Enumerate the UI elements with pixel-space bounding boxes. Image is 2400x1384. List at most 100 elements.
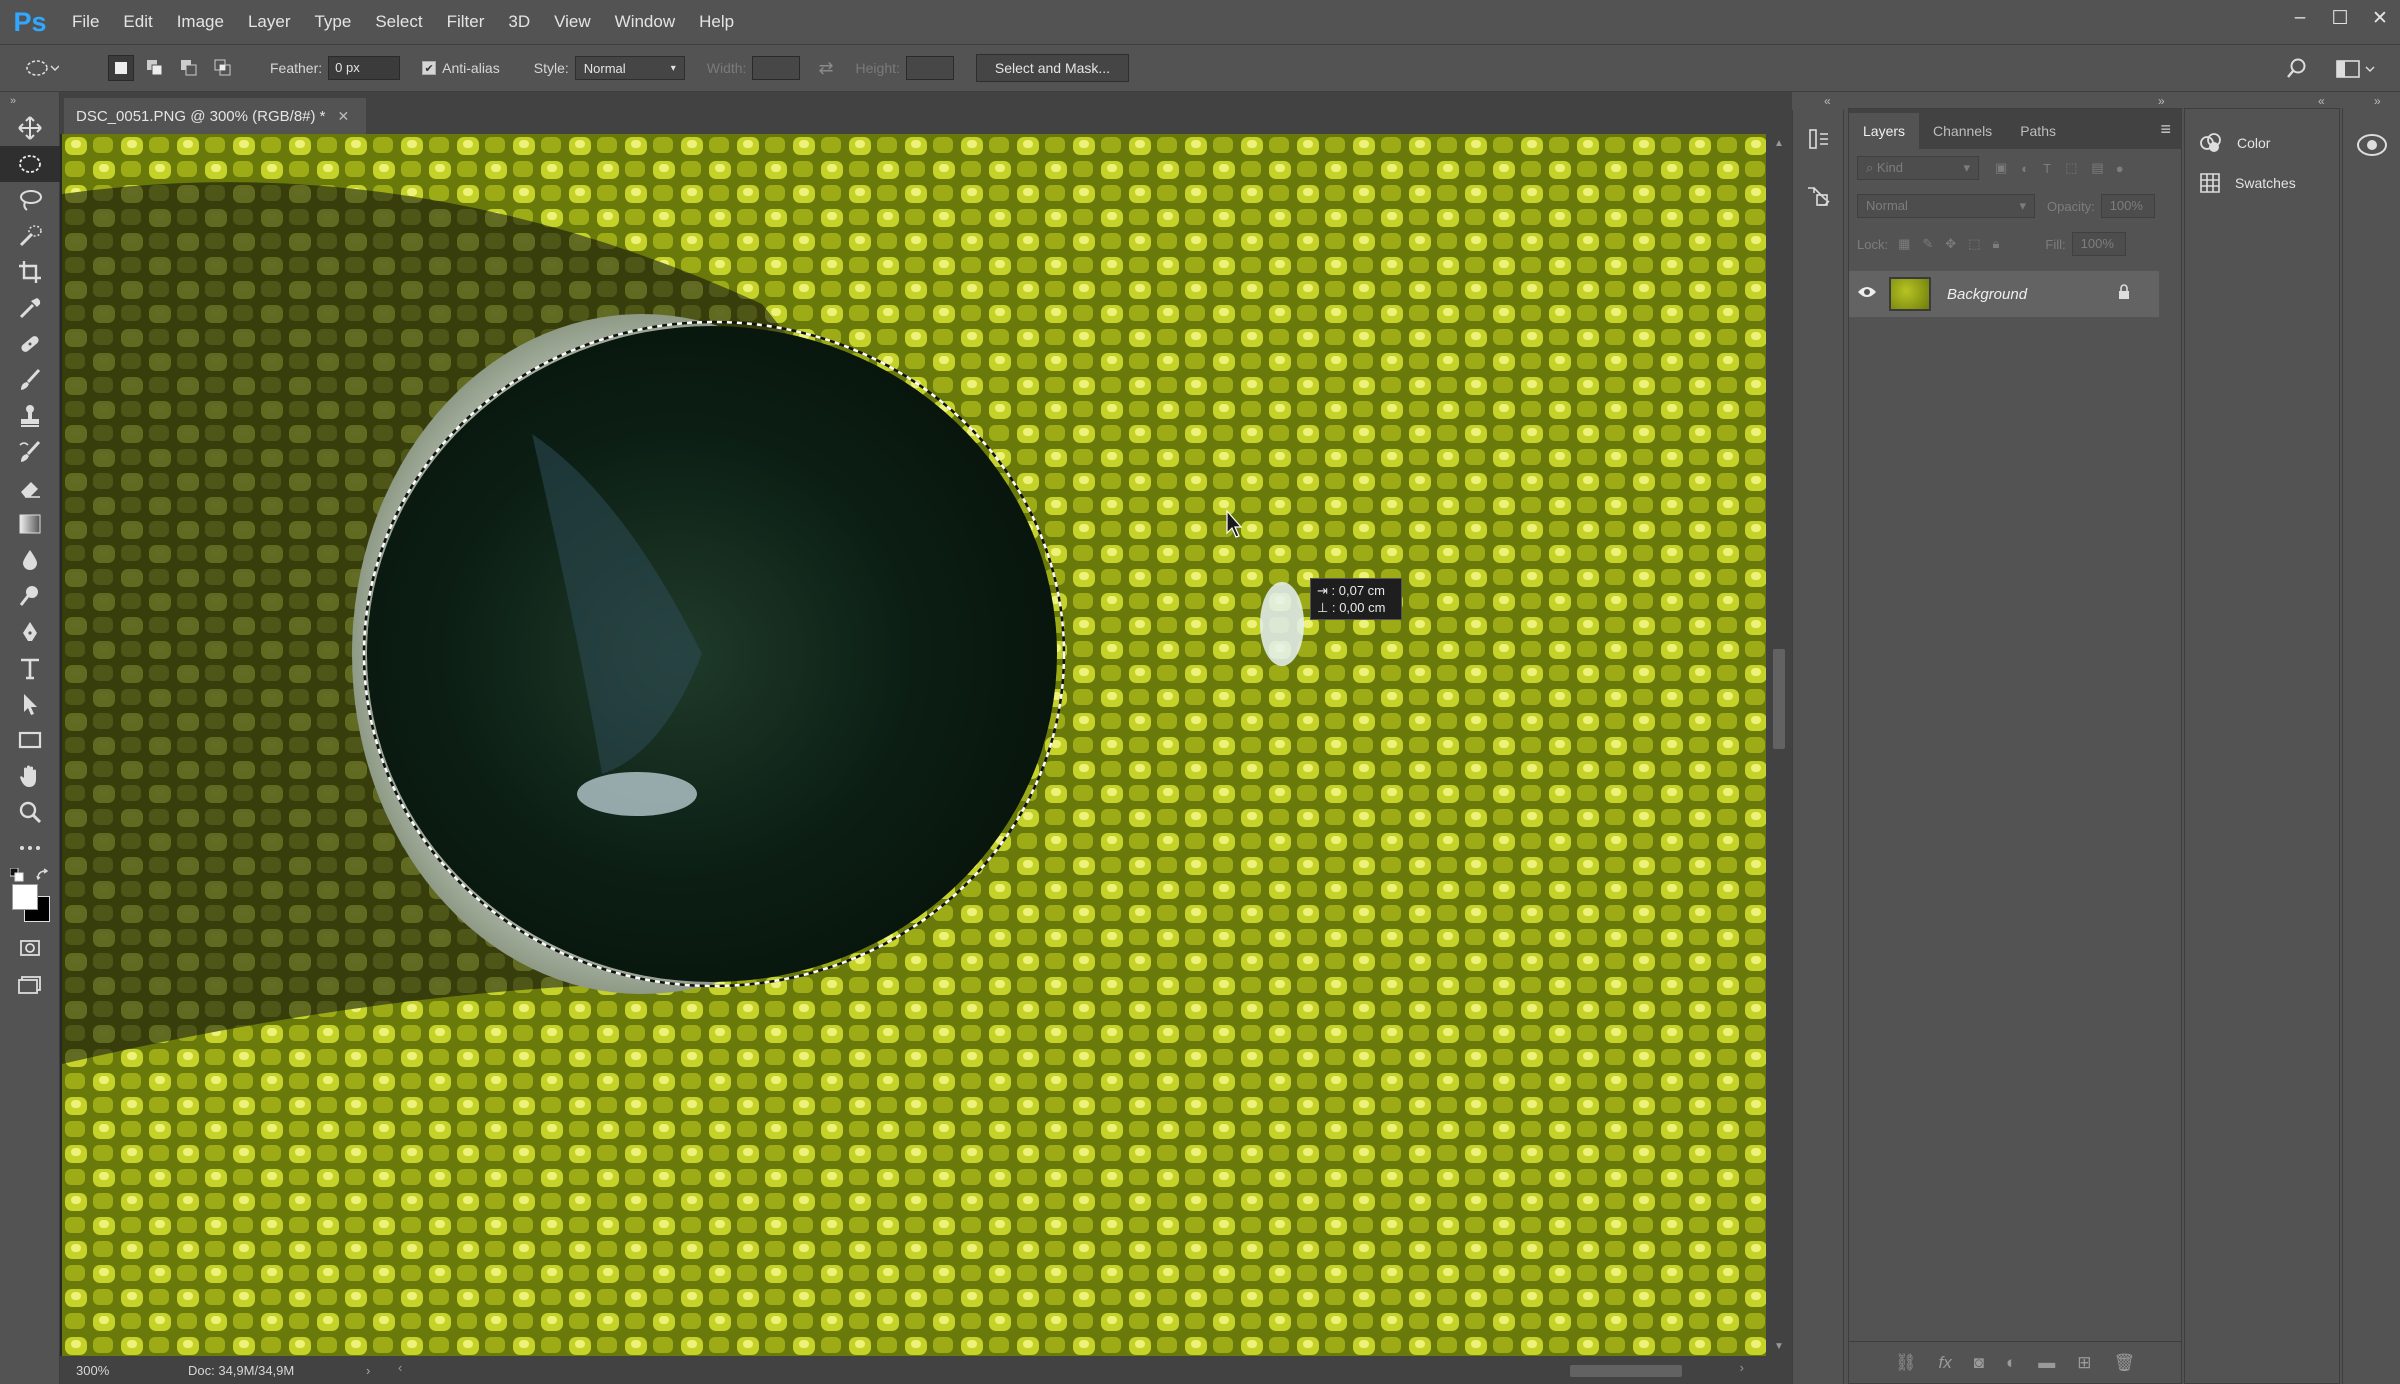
- toolbar-collapse-icon[interactable]: »: [0, 92, 59, 110]
- layer-row[interactable]: Background: [1849, 271, 2159, 317]
- swap-colors-icon[interactable]: [36, 868, 50, 882]
- vertical-scrollbar[interactable]: ▲ ▼: [1766, 134, 1792, 1356]
- vertical-scroll-thumb[interactable]: [1773, 649, 1785, 749]
- tab-paths[interactable]: Paths: [2006, 113, 2070, 149]
- menu-file[interactable]: File: [60, 0, 111, 44]
- search-icon[interactable]: [2286, 57, 2308, 82]
- clone-stamp-tool-button[interactable]: [0, 398, 60, 434]
- rectangle-tool-button[interactable]: [0, 722, 60, 758]
- default-colors-icon[interactable]: [10, 868, 24, 882]
- width-input[interactable]: [752, 56, 801, 80]
- status-menu-chevron-icon[interactable]: ›: [366, 1363, 370, 1378]
- add-mask-icon[interactable]: ◙: [1974, 1353, 1984, 1373]
- image-canvas[interactable]: [62, 134, 1766, 1356]
- canvas-area[interactable]: ⇥ : 0,07 cm ⊥ : 0,00 cm: [60, 134, 1766, 1356]
- history-brush-tool-button[interactable]: [0, 434, 60, 470]
- collapse-dock-right-icon[interactable]: »: [2158, 94, 2165, 108]
- horizontal-scroll-thumb[interactable]: [1570, 1365, 1682, 1377]
- path-selection-tool-button[interactable]: [0, 686, 60, 722]
- elliptical-marquee-tool-button[interactable]: [0, 146, 60, 182]
- properties-panel-button[interactable]: [1793, 168, 1845, 226]
- menu-edit[interactable]: Edit: [111, 0, 164, 44]
- fill-input[interactable]: 100%: [2071, 232, 2126, 256]
- lock-artboard-icon[interactable]: ⬚: [1968, 236, 1980, 252]
- collapse-dock-left-icon[interactable]: «: [1824, 94, 1831, 108]
- style-select[interactable]: Normal ▾: [574, 56, 685, 80]
- delete-layer-icon[interactable]: 🗑︎: [2114, 1353, 2136, 1373]
- lock-all-icon[interactable]: 🔒︎: [1992, 236, 1999, 252]
- panel-menu-icon[interactable]: ≡: [2160, 119, 2171, 140]
- new-group-icon[interactable]: ▬: [2038, 1353, 2055, 1373]
- shape-filter-icon[interactable]: ⬚: [2065, 160, 2077, 176]
- workspace-switcher-icon[interactable]: [2336, 59, 2376, 82]
- new-layer-icon[interactable]: ⊞: [2077, 1353, 2091, 1373]
- filter-toggle-icon[interactable]: ●: [2116, 161, 2124, 176]
- collapse-far-right-icon[interactable]: »: [2374, 94, 2381, 108]
- screen-mode-button[interactable]: [0, 966, 60, 1002]
- maximize-button[interactable]: ☐: [2320, 0, 2360, 36]
- feather-input[interactable]: 0 px: [328, 56, 401, 80]
- opacity-input[interactable]: 100%: [2100, 194, 2155, 218]
- scroll-right-icon[interactable]: ›: [1740, 1360, 1744, 1375]
- history-panel-button[interactable]: [1793, 110, 1845, 168]
- scroll-up-icon[interactable]: ▲: [1766, 138, 1792, 149]
- menu-3d[interactable]: 3D: [496, 0, 542, 44]
- gradient-tool-button[interactable]: [0, 506, 60, 542]
- adjustment-layer-icon[interactable]: ◐: [2006, 1353, 2016, 1373]
- pen-tool-button[interactable]: [0, 614, 60, 650]
- add-to-selection-button[interactable]: [142, 55, 168, 81]
- swatches-panel-button[interactable]: Swatches: [2185, 163, 2339, 203]
- color-swatches[interactable]: [0, 866, 60, 930]
- lock-pixels-icon[interactable]: ✎: [1922, 236, 1933, 252]
- blur-tool-button[interactable]: [0, 542, 60, 578]
- type-tool-button[interactable]: [0, 650, 60, 686]
- smart-object-filter-icon[interactable]: ▤: [2091, 160, 2103, 176]
- filter-kind-select[interactable]: ⌕ Kind ▾: [1857, 156, 1979, 180]
- lock-position-icon[interactable]: ✥: [1945, 236, 1956, 252]
- menu-select[interactable]: Select: [363, 0, 434, 44]
- menu-filter[interactable]: Filter: [435, 0, 497, 44]
- scroll-down-icon[interactable]: ▼: [1774, 1341, 1784, 1352]
- link-layers-icon[interactable]: ⛓: [1895, 1353, 1917, 1373]
- move-tool-button[interactable]: [0, 110, 60, 146]
- tab-channels[interactable]: Channels: [1919, 113, 2006, 149]
- close-button[interactable]: ✕: [2360, 0, 2400, 36]
- lock-transparent-icon[interactable]: ▦: [1898, 236, 1910, 252]
- height-input[interactable]: [905, 56, 954, 80]
- menu-type[interactable]: Type: [302, 0, 363, 44]
- document-tab[interactable]: DSC_0051.PNG @ 300% (RGB/8#) * ✕: [64, 98, 366, 134]
- menu-image[interactable]: Image: [165, 0, 236, 44]
- menu-help[interactable]: Help: [687, 0, 746, 44]
- layer-style-icon[interactable]: fx: [1938, 1353, 1951, 1373]
- eyedropper-tool-button[interactable]: [0, 290, 60, 326]
- tab-layers[interactable]: Layers: [1849, 113, 1920, 149]
- zoom-level[interactable]: 300%: [60, 1363, 136, 1378]
- swap-dimensions-icon[interactable]: ⇄: [818, 58, 833, 79]
- quick-selection-tool-button[interactable]: [0, 218, 60, 254]
- dodge-tool-button[interactable]: [0, 578, 60, 614]
- scroll-left-icon[interactable]: ‹: [398, 1360, 402, 1375]
- lasso-tool-button[interactable]: [0, 182, 60, 218]
- type-filter-icon[interactable]: T: [2043, 161, 2051, 176]
- antialias-checkbox[interactable]: ✔: [422, 61, 437, 75]
- adjustment-filter-icon[interactable]: ◐: [2021, 161, 2029, 176]
- crop-tool-button[interactable]: [0, 254, 60, 290]
- horizontal-scrollbar[interactable]: ‹ ›: [390, 1360, 1750, 1378]
- visibility-eye-icon[interactable]: [1849, 285, 1885, 304]
- more-tools-button[interactable]: [0, 830, 60, 866]
- foreground-color-swatch[interactable]: [12, 884, 38, 910]
- eraser-tool-button[interactable]: [0, 470, 60, 506]
- healing-brush-tool-button[interactable]: [0, 326, 60, 362]
- subtract-from-selection-button[interactable]: [176, 55, 202, 81]
- minimize-button[interactable]: –: [2280, 0, 2320, 36]
- libraries-panel-button[interactable]: [2343, 118, 2400, 172]
- intersect-selection-button[interactable]: [210, 55, 236, 81]
- color-panel-button[interactable]: Color: [2185, 123, 2339, 163]
- brush-tool-button[interactable]: [0, 362, 60, 398]
- collapse-far-left-icon[interactable]: «: [2318, 94, 2325, 108]
- close-tab-icon[interactable]: ✕: [338, 108, 350, 125]
- hand-tool-button[interactable]: [0, 758, 60, 794]
- menu-layer[interactable]: Layer: [236, 0, 303, 44]
- pixel-filter-icon[interactable]: ▣: [1995, 160, 2007, 176]
- quick-mask-button[interactable]: [0, 930, 60, 966]
